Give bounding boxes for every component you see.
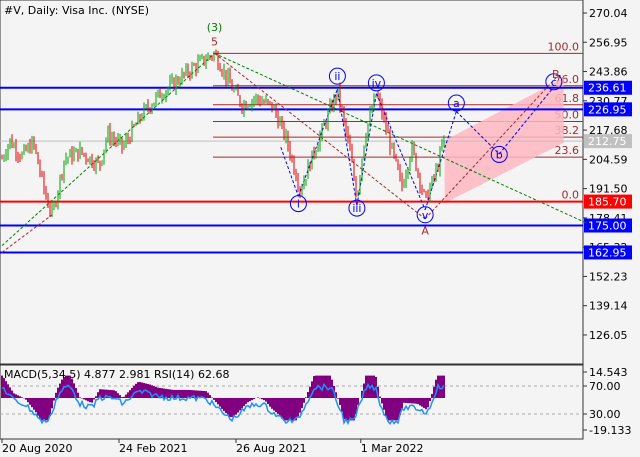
y-tick-label: 204.59 [589, 153, 628, 166]
indicator-tick-label: 70.00 [589, 380, 621, 393]
fib-label: 0.0 [562, 189, 580, 202]
x-tick-label: 26 Aug 2021 [236, 442, 306, 455]
wave-label: b [496, 148, 503, 161]
indicator-tick-label: 30.00 [589, 408, 621, 421]
chart-window: 270.04 256.95 243.86 230.77 217.68 204.59 191.… [0, 0, 640, 457]
wave-label: B [552, 68, 560, 81]
y-tick-label: 243.86 [589, 66, 628, 79]
price-chart[interactable]: 270.04256.95243.86230.77217.68204.59191.… [0, 0, 640, 457]
wave-label: a [453, 97, 460, 110]
fib-label: 23.6 [555, 144, 580, 157]
level-label: 226.95 [588, 103, 627, 116]
wave-label: 5 [211, 36, 218, 49]
wave-label: iv [372, 77, 382, 90]
fib-label: 100.0 [548, 40, 580, 53]
x-tick-label: 24 Feb 2021 [119, 442, 187, 455]
y-tick-label: 191.50 [589, 183, 628, 196]
y-tick-label: 126.05 [589, 329, 628, 342]
indicator-tick-label: -19.133 [589, 424, 631, 437]
level-label: 175.00 [588, 220, 627, 233]
level-label: 185.70 [588, 196, 627, 209]
y-tick-label: 256.95 [589, 36, 628, 49]
wave-label: ii [334, 70, 340, 83]
y-tick-label: 270.04 [589, 7, 628, 20]
level-label: 162.95 [588, 246, 627, 259]
current-price-label: 212.75 [588, 135, 627, 148]
indicator-label: MACD(5,34,5) 4.877 2.981 RSI(14) 62.68 [4, 368, 230, 381]
chart-title: #V, Daily: Visa Inc. (NYSE) [4, 4, 149, 17]
level-label: 236.61 [588, 82, 627, 95]
wave-label: i [297, 198, 300, 211]
y-tick-label: 139.14 [589, 300, 628, 313]
main-pane [0, 0, 584, 365]
wave-label: A [421, 224, 429, 237]
y-tick-label: 152.23 [589, 270, 628, 283]
indicator-tick-label: 14.543 [589, 366, 628, 379]
x-tick-label: 20 Aug 2020 [2, 442, 72, 455]
wave-label: (3) [207, 21, 223, 34]
wave-label: v [422, 209, 429, 222]
x-tick-label: 1 Mar 2022 [361, 442, 424, 455]
wave-label: iii [352, 202, 361, 215]
